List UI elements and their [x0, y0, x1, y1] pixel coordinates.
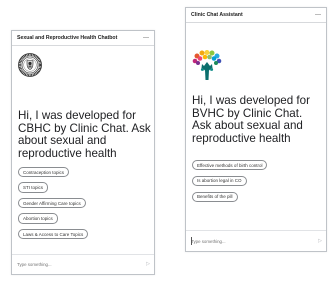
greeting-message: Hi, I was developed for CBHC by Clinic C…	[18, 109, 151, 160]
chip-sti-topics[interactable]: STI topics	[18, 182, 49, 193]
circular-seal-logo-icon	[18, 53, 42, 82]
message-input-row: ▷	[12, 254, 154, 274]
chat-header: Sexual and Reproductive Health Chatbot —	[12, 31, 154, 46]
chatbot-widget-cbhc: Sexual and Reproductive Health Chatbot —…	[11, 30, 155, 275]
chip-gender-affirming-care-topics[interactable]: Gender Affirming Care topics	[18, 197, 86, 209]
chat-header: Clinic Chat Assistant —	[186, 8, 326, 23]
minimize-icon[interactable]: —	[143, 35, 149, 41]
chip-laws-access-topics[interactable]: Laws & Access to Care Topics	[18, 228, 89, 240]
chatbot-widget-bvhc: Clinic Chat Assistant — Hi, I was develo…	[185, 7, 327, 252]
chat-title: Sexual and Reproductive Health Chatbot	[17, 35, 118, 41]
chip-abortion-legal-co[interactable]: Is abortion legal in CO	[192, 175, 247, 187]
message-input[interactable]	[17, 262, 127, 267]
chip-effective-birth-control[interactable]: Effective methods of birth control	[192, 160, 268, 171]
colorful-tree-hands-logo-icon	[192, 50, 222, 87]
chat-title: Clinic Chat Assistant	[191, 12, 243, 18]
message-input[interactable]	[191, 238, 301, 244]
send-arrow-icon[interactable]: ▷	[146, 262, 150, 267]
text-cursor	[191, 237, 192, 245]
send-arrow-icon[interactable]: ▷	[318, 238, 322, 244]
minimize-icon[interactable]: —	[315, 12, 321, 18]
greeting-message: Hi, I was developed for BVHC by Clinic C…	[192, 94, 310, 145]
chip-abortion-topics[interactable]: Abortion topics	[18, 213, 58, 224]
suggestion-chips: Contraception topics STI topics Gender A…	[18, 167, 89, 244]
suggestion-chips: Effective methods of birth control Is ab…	[192, 160, 268, 208]
chip-benefits-of-pill[interactable]: Benefits of the pill	[192, 191, 238, 202]
chip-contraception-topics[interactable]: Contraception topics	[18, 167, 70, 178]
message-input-row: ▷	[186, 230, 326, 251]
